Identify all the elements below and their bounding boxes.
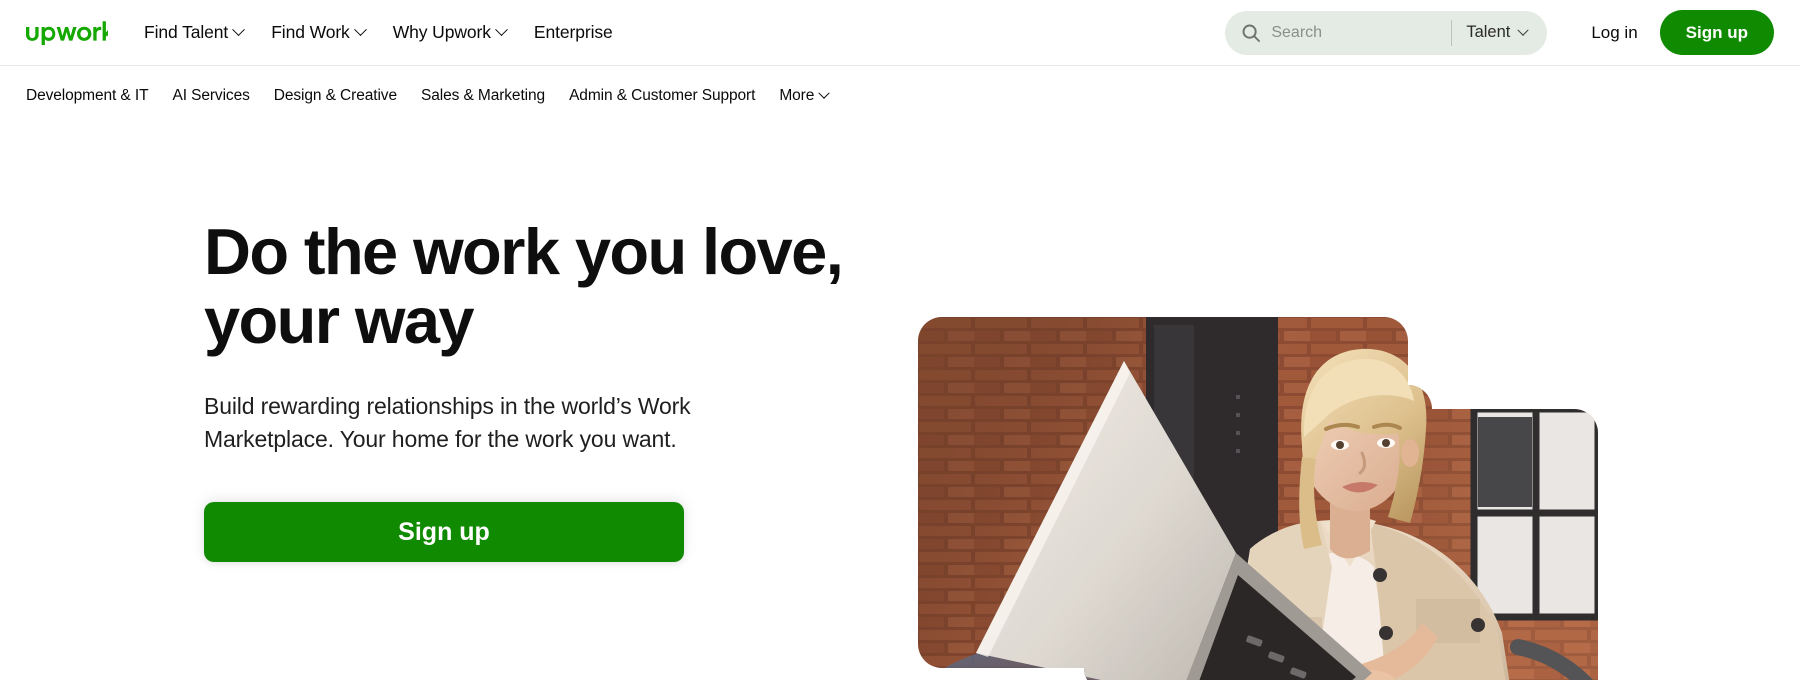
chevron-down-icon	[818, 87, 830, 99]
nav-item-find-work[interactable]: Find Work	[257, 14, 379, 51]
category-label: Sales & Marketing	[420, 86, 546, 104]
category-item-ai-services[interactable]: AI Services	[160, 81, 261, 111]
category-item-design-creative[interactable]: Design & Creative	[262, 81, 409, 111]
nav-item-why-upwork[interactable]: Why Upwork	[379, 14, 520, 51]
nav-label: Find Work	[271, 22, 350, 42]
search-input[interactable]	[1271, 23, 1450, 42]
nav-label: Find Talent	[144, 22, 229, 42]
category-navigation: Development & IT AI Services Design & Cr…	[0, 66, 1800, 125]
header-sign-up-button[interactable]: Sign up	[1659, 10, 1774, 55]
hero-subtitle: Build rewarding relationships in the wor…	[204, 392, 691, 453]
chevron-down-icon	[495, 23, 508, 37]
site-header: Find Talent Find Work Why Upwork Enterpr…	[0, 0, 1800, 65]
nav-item-enterprise[interactable]: Enterprise	[520, 14, 627, 51]
category-label: Design & Creative	[273, 86, 397, 104]
search-icon	[1241, 23, 1261, 43]
search-divider	[1451, 19, 1453, 46]
header-actions: Talent Log in Sign up	[1225, 10, 1774, 55]
search-scope-dropdown[interactable]: Talent	[1456, 23, 1541, 42]
hero-sign-up-button[interactable]: Sign up	[204, 502, 684, 563]
category-item-more[interactable]: More	[767, 81, 840, 111]
category-label: Admin & Customer Support	[569, 86, 756, 104]
nav-item-find-talent[interactable]: Find Talent	[130, 14, 257, 51]
category-label: AI Services	[172, 86, 250, 104]
category-item-sales-marketing[interactable]: Sales & Marketing	[409, 81, 557, 111]
hero-section: Do the work you love, your way Build rew…	[0, 125, 1800, 680]
hero-image	[918, 317, 1598, 680]
nav-label: Why Upwork	[392, 22, 491, 42]
log-in-link[interactable]: Log in	[1569, 13, 1659, 53]
chevron-down-icon	[232, 23, 246, 37]
search-bar[interactable]: Talent	[1225, 10, 1548, 55]
upwork-homepage: Find Talent Find Work Why Upwork Enterpr…	[0, 0, 1800, 680]
category-label: Development & IT	[26, 86, 149, 104]
chevron-down-icon	[353, 23, 367, 37]
hero-title: Do the work you love, your way	[204, 215, 844, 357]
category-item-development-it[interactable]: Development & IT	[26, 81, 160, 111]
hero-copy: Do the work you love, your way Build rew…	[204, 215, 904, 563]
upwork-logo[interactable]	[26, 20, 108, 45]
category-item-admin-customer-support[interactable]: Admin & Customer Support	[557, 81, 767, 111]
chevron-down-icon	[1517, 24, 1530, 36]
category-label: More	[779, 86, 815, 104]
primary-navigation: Find Talent Find Work Why Upwork Enterpr…	[130, 14, 627, 51]
nav-label: Enterprise	[533, 22, 613, 42]
search-scope-label: Talent	[1466, 23, 1511, 41]
